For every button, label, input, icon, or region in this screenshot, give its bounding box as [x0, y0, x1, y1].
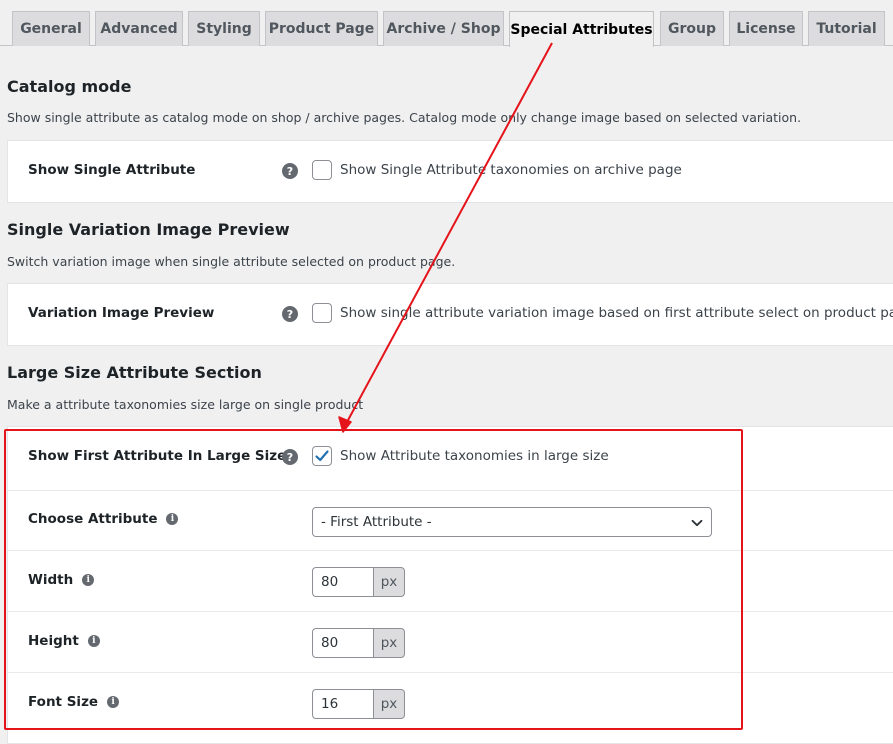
- width-input[interactable]: 80: [312, 567, 373, 597]
- choose-attribute-selected-value: - First Attribute -: [321, 514, 432, 530]
- settings-card-catalog: Show Single Attribute ? Show Single Attr…: [7, 140, 893, 203]
- section-title-image-preview: Single Variation Image Preview: [7, 220, 290, 239]
- section-desc-large-size: Make a attribute taxonomies size large o…: [7, 397, 364, 412]
- show-single-attribute-checkbox[interactable]: [312, 160, 332, 180]
- tab-archive-shop[interactable]: Archive / Shop: [383, 11, 504, 46]
- tab-special-attributes[interactable]: Special Attributes: [509, 11, 654, 47]
- settings-row-choose-attribute: Choose Attribute i - First Attribute -: [8, 490, 893, 550]
- font-size-input[interactable]: 16: [312, 689, 373, 719]
- section-desc-image-preview: Switch variation image when single attri…: [7, 254, 456, 269]
- chevron-down-icon: [691, 519, 703, 527]
- section-title-catalog: Catalog mode: [7, 77, 132, 96]
- settings-row-height: Height i 80 px: [8, 611, 893, 672]
- info-icon[interactable]: i: [82, 574, 95, 586]
- info-icon[interactable]: i: [87, 635, 100, 647]
- tab-advanced[interactable]: Advanced: [95, 11, 183, 46]
- tab-general[interactable]: General: [12, 11, 90, 46]
- section-desc-catalog: Show single attribute as catalog mode on…: [7, 110, 802, 125]
- tab-product-page[interactable]: Product Page: [265, 11, 378, 46]
- section-title-large-size: Large Size Attribute Section: [7, 363, 262, 382]
- field-label-show-first-attribute-large: Show First Attribute In Large Size: [28, 448, 287, 464]
- width-unit: px: [373, 567, 405, 597]
- choose-attribute-select[interactable]: - First Attribute -: [312, 507, 712, 537]
- font-size-label-text: Font Size: [28, 694, 99, 710]
- field-label-variation-image-preview: Variation Image Preview: [28, 305, 215, 321]
- info-icon[interactable]: i: [166, 513, 179, 525]
- font-size-unit: px: [373, 689, 405, 719]
- height-field: 80 px: [312, 628, 405, 658]
- settings-card-large-size: Show First Attribute In Large Size ? Sho…: [7, 426, 893, 744]
- tab-group[interactable]: Group: [660, 11, 724, 46]
- font-size-field: 16 px: [312, 689, 405, 719]
- height-unit: px: [373, 628, 405, 658]
- height-label-text: Height: [28, 633, 79, 649]
- field-label-font-size: Font Size i: [28, 694, 120, 710]
- variation-image-preview-checkbox[interactable]: [312, 303, 332, 323]
- show-large-size-checkbox-label[interactable]: Show Attribute taxonomies in large size: [340, 448, 609, 464]
- info-icon[interactable]: i: [107, 696, 120, 708]
- field-label-choose-attribute: Choose Attribute i: [28, 511, 179, 527]
- tab-tutorial[interactable]: Tutorial: [808, 11, 885, 46]
- checkmark-icon: [315, 450, 329, 462]
- tab-styling[interactable]: Styling: [188, 11, 260, 46]
- show-single-attribute-checkbox-label[interactable]: Show Single Attribute taxonomies on arch…: [340, 162, 682, 178]
- show-large-size-checkbox[interactable]: [312, 446, 332, 466]
- width-field: 80 px: [312, 567, 405, 597]
- field-label-height: Height i: [28, 633, 100, 649]
- settings-tabs: General Advanced Styling Product Page Ar…: [0, 0, 893, 47]
- settings-row-show-large: Show First Attribute In Large Size ? Sho…: [8, 427, 893, 490]
- settings-card-image-preview: Variation Image Preview ? Show single at…: [7, 283, 893, 346]
- field-label-width: Width i: [28, 572, 95, 588]
- settings-row-width: Width i 80 px: [8, 550, 893, 611]
- help-icon[interactable]: ?: [282, 449, 298, 465]
- help-icon[interactable]: ?: [282, 163, 298, 179]
- tab-license[interactable]: License: [729, 11, 803, 46]
- variation-image-preview-checkbox-label[interactable]: Show single attribute variation image ba…: [340, 305, 893, 321]
- width-label-text: Width: [28, 572, 74, 588]
- height-input[interactable]: 80: [312, 628, 373, 658]
- choose-attribute-label-text: Choose Attribute: [28, 511, 158, 527]
- settings-row-font-size: Font Size i 16 px: [8, 672, 893, 733]
- field-label-show-single-attribute: Show Single Attribute: [28, 162, 196, 178]
- help-icon[interactable]: ?: [282, 306, 298, 322]
